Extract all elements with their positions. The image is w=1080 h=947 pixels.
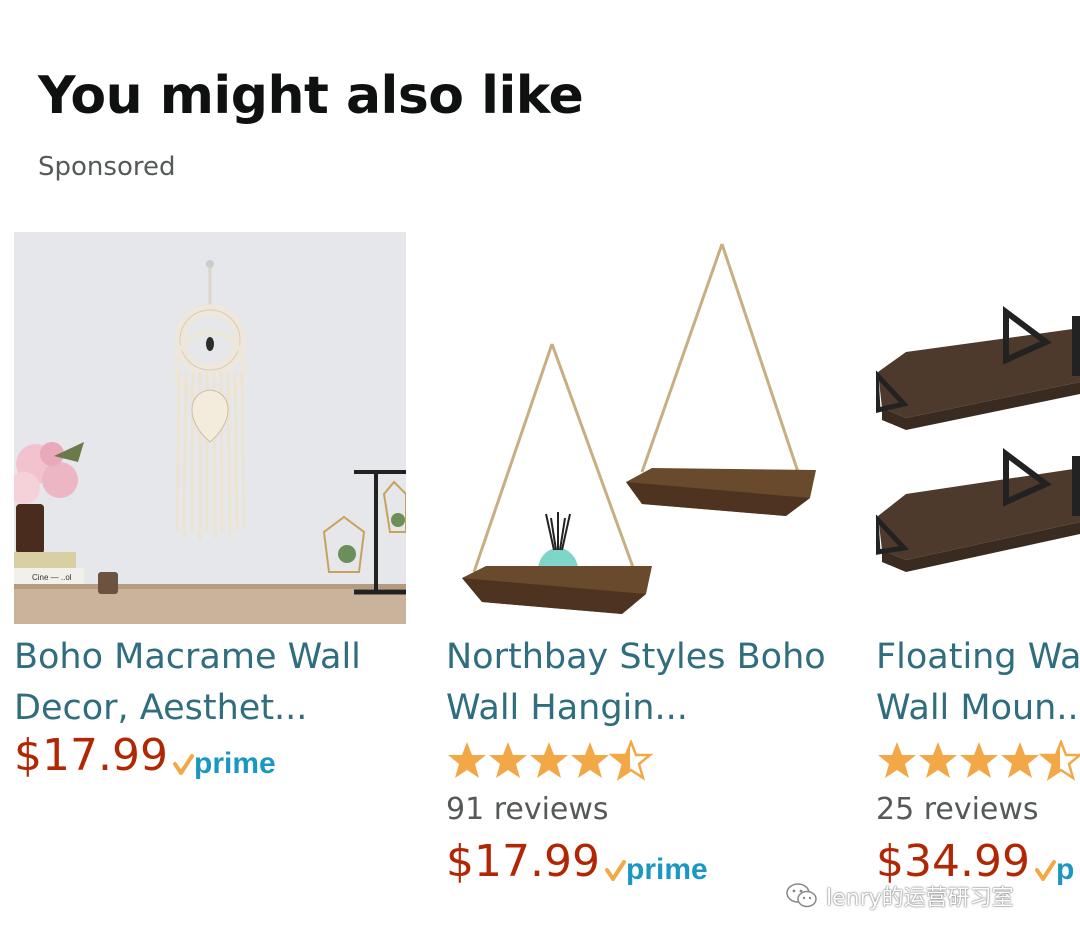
- review-count[interactable]: 25 reviews: [876, 792, 1039, 827]
- prime-badge: prime: [604, 850, 724, 892]
- watermark-text: lenry的运营研习室: [826, 886, 1014, 911]
- product-image[interactable]: [876, 232, 1080, 624]
- star-icon: [919, 742, 957, 778]
- half-star-icon: [1040, 740, 1080, 780]
- watermark: lenry的运营研习室: [786, 880, 1014, 912]
- star-icon: [489, 742, 527, 778]
- price: $17.99: [446, 836, 600, 887]
- star-icon: [448, 742, 486, 778]
- star-icon: [530, 742, 568, 778]
- star-icon: [960, 742, 998, 778]
- svg-text:Cine — ..ol: Cine — ..ol: [32, 573, 72, 582]
- section-title: You might also like: [38, 66, 584, 126]
- product-image[interactable]: [446, 232, 838, 624]
- product-title[interactable]: Floating Wa Wall Moun...: [876, 632, 1080, 734]
- star-rating[interactable]: [876, 740, 1080, 788]
- prime-label: p: [1056, 853, 1074, 886]
- price: $17.99: [14, 730, 168, 781]
- prime-label: prime: [194, 747, 276, 780]
- sponsored-label[interactable]: Sponsored: [38, 152, 175, 182]
- star-icon: [878, 742, 916, 778]
- wechat-icon: [786, 883, 817, 908]
- prime-badge: prime: [172, 744, 292, 786]
- star-rating[interactable]: [446, 740, 656, 788]
- prime-label: prime: [626, 853, 708, 886]
- product-card[interactable]: Floating Wa Wall Moun... 25 reviews $34.…: [876, 232, 1080, 932]
- review-count[interactable]: 91 reviews: [446, 792, 609, 827]
- star-icon: [571, 742, 609, 778]
- product-title[interactable]: Boho Macrame Wall Decor, Aesthet...: [14, 632, 454, 734]
- product-image[interactable]: Cine — ..ol: [14, 232, 406, 624]
- product-title[interactable]: Northbay Styles Boho Wall Hangin...: [446, 632, 886, 734]
- half-star-icon: [610, 740, 652, 780]
- prime-badge: p: [1034, 850, 1080, 892]
- star-icon: [1001, 742, 1039, 778]
